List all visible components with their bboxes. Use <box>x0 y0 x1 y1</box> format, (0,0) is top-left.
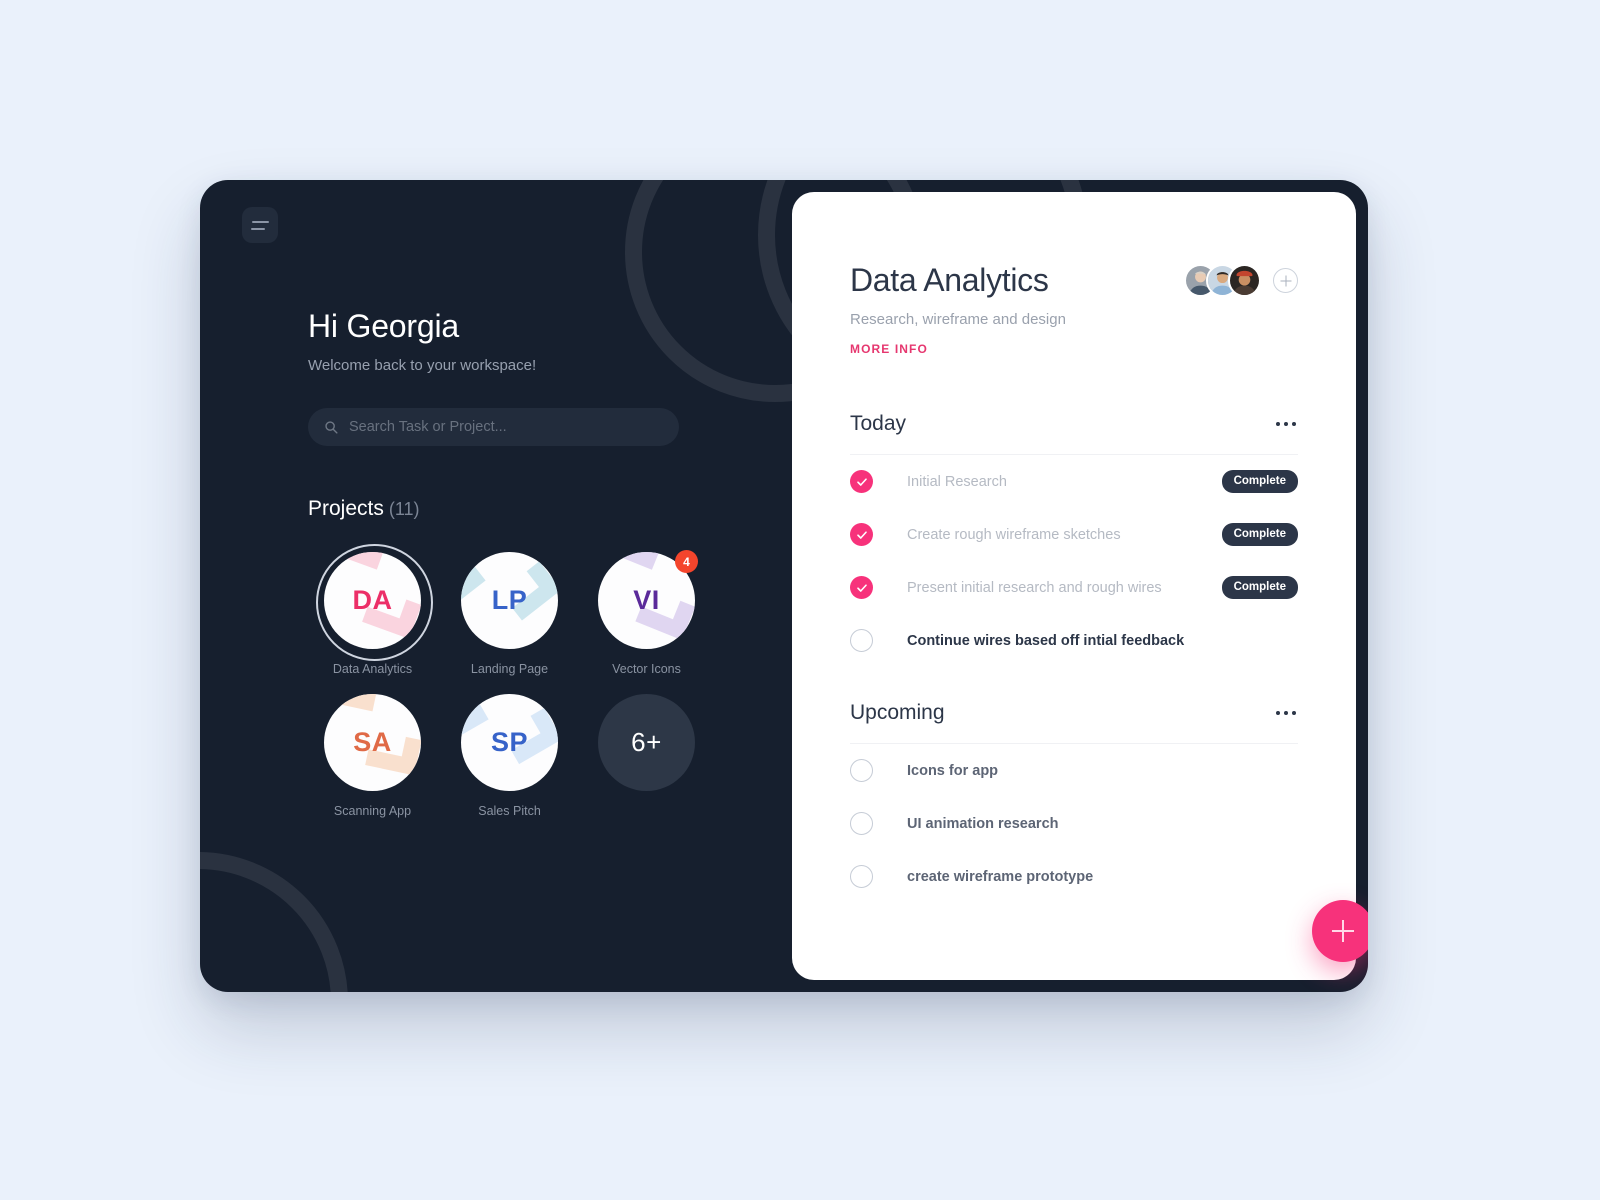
project-initials: LP <box>491 585 528 615</box>
member-avatars <box>1184 264 1298 297</box>
hamburger-line <box>251 220 269 223</box>
projects-grid: DA Data Analytics LP Landing Page VI 4 Vector … <box>304 544 704 818</box>
projects-count: (11) <box>388 499 420 519</box>
project-avatar: VI 4 <box>598 550 698 649</box>
project-tile[interactable]: LP Landing Page <box>441 552 578 676</box>
hamburger-icon[interactable] <box>242 207 278 243</box>
hamburger-line <box>251 227 265 230</box>
checkbox-empty-icon[interactable] <box>850 629 873 652</box>
project-avatar: LP <box>461 552 558 649</box>
projects-title: Projects <box>308 497 384 520</box>
task-label: Continue wires based off intial feedback <box>907 632 1185 649</box>
check-icon <box>856 583 867 592</box>
project-name: Scanning App <box>333 804 412 818</box>
greeting-subtitle: Welcome back to your workspace! <box>308 357 537 374</box>
dot <box>1276 711 1280 715</box>
project-name: Data Analytics <box>332 662 413 676</box>
checkbox-checked-icon[interactable] <box>850 470 873 493</box>
project-tile[interactable]: SA Scanning App <box>304 694 441 818</box>
task-row[interactable]: Continue wires based off intial feedback <box>850 614 1298 667</box>
checkbox-empty-icon[interactable] <box>850 812 873 835</box>
project-avatar: 6+ <box>598 694 695 791</box>
avatar-image <box>1230 266 1259 295</box>
check-icon <box>856 477 867 486</box>
project-initials-circle: LP <box>461 552 558 649</box>
project-initials: DA <box>352 585 393 615</box>
greeting-heading: Hi Georgia <box>308 308 459 344</box>
task-label: Create rough wireframe sketches <box>907 526 1121 543</box>
status-badge: Complete <box>1221 576 1298 599</box>
section-header: Upcoming <box>850 701 1298 744</box>
more-options-icon[interactable] <box>1274 705 1298 721</box>
section-title: Upcoming <box>850 701 945 724</box>
task-row[interactable]: Present initial research and rough wires… <box>850 561 1298 614</box>
dot <box>1284 711 1288 715</box>
search-icon <box>325 421 338 434</box>
avatar[interactable] <box>1228 264 1261 297</box>
status-badge: Complete <box>1221 470 1298 493</box>
project-initials: SA <box>353 727 392 757</box>
project-tile[interactable]: 6+ <box>578 694 715 818</box>
task-label: Initial Research <box>907 473 1007 490</box>
checkbox-empty-icon[interactable] <box>850 759 873 782</box>
section-title: Today <box>850 412 907 435</box>
sidebar: Hi Georgia Welcome back to your workspac… <box>200 180 800 992</box>
project-detail-card: Data Analytics Research, wireframe and d… <box>792 192 1368 980</box>
project-initials-circle: DA <box>324 552 421 649</box>
project-initials-circle: SA <box>324 694 421 791</box>
notification-badge: 4 <box>675 550 698 573</box>
task-row[interactable]: Create rough wireframe sketches Complete <box>850 508 1298 561</box>
project-name: Landing Page <box>470 662 549 676</box>
dot <box>1276 422 1280 426</box>
more-options-icon[interactable] <box>1274 416 1298 432</box>
checkbox-checked-icon[interactable] <box>850 523 873 546</box>
dot <box>1284 422 1288 426</box>
status-badge: Complete <box>1221 523 1298 546</box>
project-avatar: SA <box>324 694 421 791</box>
project-initials-circle: 6+ <box>598 694 695 791</box>
section-header: Today <box>850 412 1298 455</box>
project-avatar: DA <box>316 544 433 661</box>
project-description: Research, wireframe and design <box>850 311 1066 328</box>
more-info-link[interactable]: MORE INFO <box>850 342 1298 356</box>
project-initials: 6+ <box>631 727 662 757</box>
projects-heading: Projects (11) <box>308 497 420 521</box>
task-label: Icons for app <box>907 762 999 779</box>
checkbox-empty-icon[interactable] <box>850 865 873 888</box>
project-initials: VI <box>633 585 660 615</box>
check-icon <box>856 530 867 539</box>
task-label: UI animation research <box>907 815 1059 832</box>
task-sections: Today Initial Research Complete Create roug… <box>850 412 1298 903</box>
dot <box>1292 711 1296 715</box>
task-row[interactable]: UI animation research <box>850 797 1298 850</box>
project-initials: SP <box>490 727 529 757</box>
app-window: Hi Georgia Welcome back to your workspac… <box>200 180 1368 992</box>
checkbox-checked-icon[interactable] <box>850 576 873 599</box>
search-box[interactable] <box>308 408 679 446</box>
project-avatar: SP <box>461 694 558 791</box>
project-name: Vector Icons <box>612 662 681 676</box>
task-row[interactable]: create wireframe prototype <box>850 850 1298 903</box>
add-task-fab[interactable] <box>1312 900 1368 962</box>
project-initials-circle: SP <box>461 694 558 791</box>
add-member-button[interactable] <box>1273 268 1298 293</box>
task-label: create wireframe prototype <box>907 868 1094 885</box>
project-tile[interactable]: SP Sales Pitch <box>441 694 578 818</box>
project-name: Sales Pitch <box>478 804 541 818</box>
dot <box>1292 422 1296 426</box>
task-label: Present initial research and rough wires <box>907 579 1162 596</box>
search-input[interactable] <box>349 419 663 435</box>
task-row[interactable]: Initial Research Complete <box>850 455 1298 508</box>
project-tile[interactable]: DA Data Analytics <box>304 544 441 676</box>
task-row[interactable]: Icons for app <box>850 744 1298 797</box>
project-tile[interactable]: VI 4 Vector Icons <box>578 550 715 676</box>
